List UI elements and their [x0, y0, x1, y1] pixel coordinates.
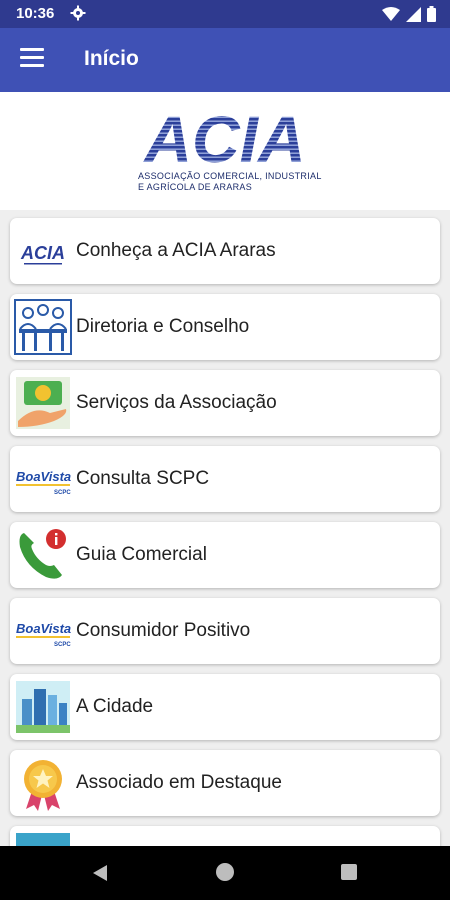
menu-item-label: Serviços da Associação [76, 392, 277, 413]
status-icons [382, 6, 436, 22]
menu-item-conheca-acia[interactable]: ACIA Conheça a ACIA Araras [10, 218, 440, 284]
status-bar: 10:36 [0, 0, 450, 28]
menu-item-label: A Cidade [76, 696, 154, 717]
svg-text:BoaVista: BoaVista [16, 621, 71, 636]
home-icon[interactable] [216, 863, 234, 881]
menu-item-label: Consumidor Positivo [76, 620, 251, 641]
settings-gear-icon [70, 5, 86, 21]
cell-signal-icon [406, 6, 421, 22]
boavista-logo-icon: BoaVista SCPC [16, 621, 71, 648]
acia-logo: ACIA [142, 106, 305, 166]
wifi-icon [382, 6, 400, 21]
svg-text:ACIA: ACIA [142, 106, 305, 166]
system-nav-bar [0, 846, 450, 900]
meeting-icon [14, 299, 72, 355]
hamburger-menu-icon[interactable] [20, 48, 44, 70]
menu-item-servicos[interactable]: Serviços da Associação [10, 370, 440, 436]
menu-item-label: Conheça a ACIA Araras [76, 240, 276, 261]
acia-logo-banner: ACIA ASSOCIAÇÃO COMERCIAL, INDUSTRIAL E … [0, 92, 450, 210]
menu-item-a-cidade[interactable]: A Cidade [10, 674, 440, 740]
menu-item-consulta-scpc[interactable]: BoaVista SCPC Consulta SCPC [10, 446, 440, 512]
acia-logo-icon: ACIA [20, 243, 65, 265]
menu-item-label: Guia Comercial [76, 544, 207, 565]
back-icon[interactable] [91, 864, 109, 882]
menu-item-diretoria[interactable]: Diretoria e Conselho [10, 294, 440, 360]
svg-text:BoaVista: BoaVista [16, 469, 71, 484]
menu-item-consumidor-positivo[interactable]: BoaVista SCPC Consumidor Positivo [10, 598, 440, 664]
city-icon [16, 681, 70, 733]
svg-text:SCPC: SCPC [54, 490, 71, 496]
battery-icon [427, 6, 436, 22]
boavista-logo-icon: BoaVista SCPC [16, 469, 71, 496]
star-medal-icon [24, 760, 62, 811]
svg-text:ACIA: ACIA [20, 243, 65, 263]
recent-apps-icon[interactable] [341, 864, 357, 880]
app-bar: Início [0, 28, 450, 92]
logo-caption: ASSOCIAÇÃO COMERCIAL, INDUSTRIAL E AGRÍC… [138, 171, 322, 192]
status-time: 10:36 [16, 5, 55, 22]
menu-item-associado-destaque[interactable]: Associado em Destaque [10, 750, 440, 816]
phone-info-icon [19, 529, 66, 579]
menu-item-label: Associado em Destaque [76, 772, 282, 793]
money-hand-icon [16, 377, 70, 429]
menu-item-guia-comercial[interactable]: Guia Comercial [10, 522, 440, 588]
svg-text:SCPC: SCPC [54, 642, 71, 648]
menu-item-label: Consulta SCPC [76, 468, 210, 489]
page-title: Início [84, 47, 139, 70]
menu-item-label: Diretoria e Conselho [76, 316, 250, 337]
